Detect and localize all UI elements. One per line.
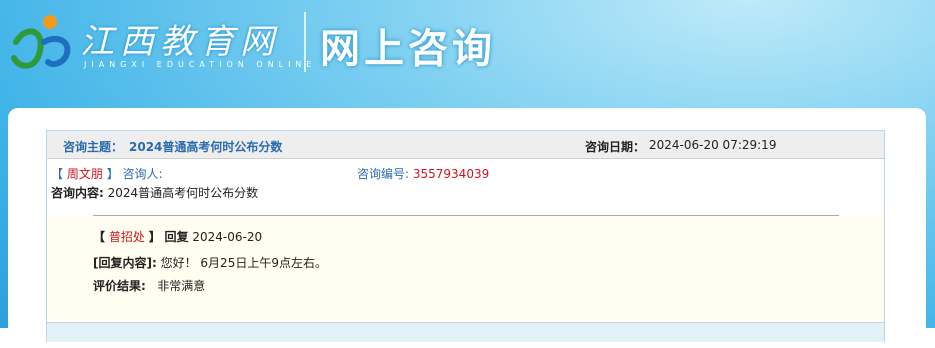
serial-label: 咨询编号: xyxy=(357,167,410,181)
bracket-open: 【 xyxy=(51,167,64,181)
topic-bar: 咨询主题： 2024普通高考何时公布分数 咨询日期： 2024-06-20 07… xyxy=(47,131,884,159)
bottom-bar xyxy=(47,322,884,342)
reply-header: 【 普招处 】 回复 2024-06-20 xyxy=(93,228,262,245)
consult-content-row: 咨询内容: 2024普通高考何时公布分数 xyxy=(51,184,258,201)
reply-bracket-close: 】 xyxy=(148,230,161,244)
evaluation-label: 评价结果: xyxy=(93,279,146,293)
asker-label: 咨询人: xyxy=(122,167,163,181)
topic-text: 2024普通高考何时公布分数 xyxy=(129,140,283,154)
section-title: 网上咨询 xyxy=(320,26,496,72)
consult-date: 2024-06-20 07:29:19 xyxy=(649,138,777,152)
reply-section: 【 普招处 】 回复 2024-06-20 [回复内容]: 您好！ 6月25日上… xyxy=(47,216,884,322)
reply-content: 您好！ 6月25日上午9点左右。 xyxy=(160,256,327,270)
bracket-close: 】 xyxy=(106,167,119,181)
site-name: 江西教育网 xyxy=(80,22,280,62)
topic-label: 咨询主题： xyxy=(63,140,124,154)
reply-content-row: [回复内容]: 您好！ 6月25日上午9点左右。 xyxy=(93,254,327,271)
reply-date: 2024-06-20 xyxy=(192,230,263,244)
site-subtitle: JIANGXI EDUCATION ONLINE xyxy=(84,60,317,69)
asker-row: 【 周文朋 】 咨询人: xyxy=(51,165,163,182)
jiangxi-logo-icon xyxy=(11,15,71,69)
evaluation-row: 评价结果: 非常满意 xyxy=(93,277,205,294)
serial-number: 3557934039 xyxy=(412,167,490,181)
reply-label: 回复 xyxy=(164,230,189,244)
reply-content-label: [回复内容]: xyxy=(93,256,157,270)
header-divider xyxy=(304,12,306,72)
consult-content-label: 咨询内容: xyxy=(51,186,104,200)
date-label: 咨询日期： xyxy=(585,140,646,154)
asker-name: 周文朋 xyxy=(66,167,103,181)
consult-box: 咨询主题： 2024普通高考何时公布分数 咨询日期： 2024-06-20 07… xyxy=(46,130,885,342)
reply-bracket-open: 【 xyxy=(93,230,106,244)
serial-row: 咨询编号: 3557934039 xyxy=(357,165,489,182)
replier-name: 普招处 xyxy=(108,230,145,244)
evaluation-value: 非常满意 xyxy=(157,279,206,293)
consult-content: 2024普通高考何时公布分数 xyxy=(107,186,259,200)
